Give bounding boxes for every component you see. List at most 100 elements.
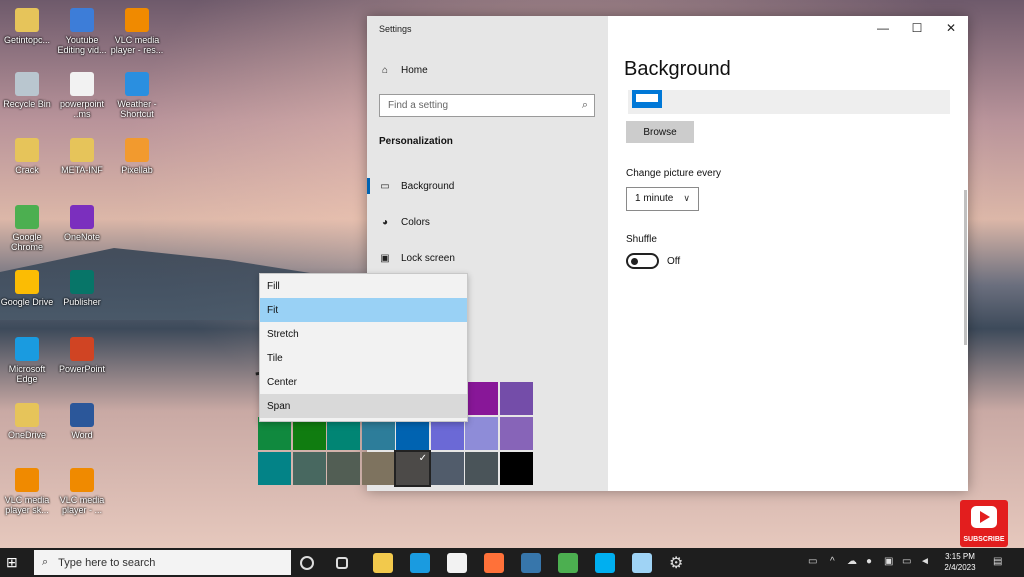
chevron-up-icon[interactable]: ^ [830,556,835,567]
picture-thumbnail[interactable] [632,90,662,108]
section-title: Personalization [379,136,453,147]
chrome-icon [15,205,39,229]
settings-icon[interactable]: ⚙ [669,553,689,573]
vlc-icon [125,8,149,32]
start-button[interactable]: ⊞ [6,554,24,572]
color-swatch[interactable] [292,452,326,485]
shuffle-toggle[interactable] [626,253,659,269]
desktop-icon[interactable]: Word [55,403,109,440]
search-icon: ⌕ [581,99,588,111]
color-swatch[interactable] [258,452,291,485]
change-picture-dropdown[interactable]: 1 minute ∨ [626,187,699,211]
desktop-icon[interactable]: Weather - Shortcut [110,72,164,119]
color-swatch[interactable] [465,452,498,485]
task-view-icon[interactable] [336,557,348,569]
fit-option-fill[interactable]: Fill [260,274,467,298]
change-picture-label: Change picture every [626,168,722,179]
desktop-icon[interactable]: Recycle Bin [0,72,54,109]
desktop-icon-label: PowerPoint [58,364,106,374]
desktop-icon[interactable]: Google Drive [0,270,54,307]
shuffle-state: Off [667,256,681,267]
subscribe-button[interactable]: SUBSCRIBE [960,500,1008,547]
fit-option-span[interactable]: Span [260,394,467,418]
color-swatch[interactable] [465,382,498,415]
file-explorer-icon[interactable] [373,553,393,573]
desktop-icon[interactable]: Getintopc... [0,8,54,45]
python-icon[interactable] [521,553,541,573]
taskbar-search-placeholder: Type here to search [58,556,156,569]
desktop-icon[interactable]: VLC media player sk... [0,468,54,515]
firefox-icon[interactable] [484,553,504,573]
taskview-tray-icon[interactable]: ▭ [808,556,817,567]
sidebar-item-lock-screen[interactable]: ▣ Lock screen [367,240,608,276]
desktop-icon-label: Publisher [63,297,101,307]
browse-button[interactable]: Browse [626,121,694,143]
fit-option-fit[interactable]: Fit [260,298,467,322]
fit-option-tile[interactable]: Tile [260,346,467,370]
notepad-icon[interactable] [632,553,652,573]
desktop-icon[interactable]: Google Chrome [0,205,54,252]
desktop-icon[interactable]: Publisher [55,270,109,307]
cloud-icon[interactable]: ☁ [847,556,857,567]
find-setting-placeholder: Find a setting [388,100,449,111]
color-swatch[interactable] [499,417,533,450]
desktop-icon[interactable]: VLC media player - ... [55,468,109,515]
desktop-icon[interactable]: PowerPoint [55,337,109,374]
desktop-icon-label: Word [71,430,93,440]
desktop-icon[interactable]: powerpoint ..ms [55,72,109,119]
desktop-icon[interactable]: Crack [0,138,54,175]
desktop-icon[interactable]: META-INF [55,138,109,175]
notification-icon[interactable]: ▤ [993,556,1002,567]
desktop-icon-label: Youtube Editing vid... [57,35,107,55]
desktop-icon[interactable]: Pixellab [110,138,164,175]
system-clock[interactable]: 3:15 PM 2/4/2023 [938,551,982,573]
video-file-icon [70,8,94,32]
sidebar-item-label: Colors [401,216,430,228]
change-picture-value: 1 minute [635,193,674,204]
onenote-icon [70,205,94,229]
skype-icon[interactable] [595,553,615,573]
page-title: Background [624,58,731,80]
content-scrollbar[interactable] [964,190,967,345]
color-swatch[interactable] [465,417,498,450]
home-nav-item[interactable]: ⌂ Home [379,64,428,76]
microphone-icon[interactable]: ● [866,556,872,567]
sidebar-item-colors[interactable]: ◕ Colors [367,204,608,240]
cortana-icon[interactable] [300,556,314,570]
color-swatch[interactable] [327,452,360,485]
onedrive-icon [15,403,39,427]
volume-icon[interactable]: ◄ [920,556,930,567]
desktop-icon[interactable]: OneNote [55,205,109,242]
color-swatch[interactable] [430,452,464,485]
edge-icon [15,337,39,361]
desktop-icon[interactable]: OneDrive [0,403,54,440]
desktop-icon[interactable]: Microsoft Edge [0,337,54,384]
desktop-icon[interactable]: Youtube Editing vid... [55,8,109,55]
sidebar-item-background[interactable]: ▭ Background [367,168,608,204]
store-icon[interactable] [447,553,467,573]
edge-icon[interactable] [410,553,430,573]
color-swatch[interactable]: ✓ [394,450,431,487]
camera-icon[interactable]: ▣ [884,556,893,567]
desktop-icon-label: Recycle Bin [3,99,51,109]
chrome-icon[interactable] [558,553,578,573]
lock-screen-icon: ▣ [380,252,390,264]
desktop-icon-label: Weather - Shortcut [117,99,157,119]
desktop-icon-label: VLC media player sk... [4,495,50,515]
search-icon: ⌕ [42,556,49,568]
sidebar-item-label: Background [401,180,455,192]
taskbar-search[interactable]: ⌕ Type here to search [34,550,291,575]
color-swatch[interactable] [499,452,533,485]
network-icon[interactable]: ▭ [902,556,911,567]
find-setting-input[interactable]: Find a setting ⌕ [379,94,595,117]
fit-option-center[interactable]: Center [260,370,467,394]
color-swatch[interactable] [499,382,533,415]
fit-option-stretch[interactable]: Stretch [260,322,467,346]
play-icon [971,506,997,528]
vlc-icon [15,468,39,492]
checkmark-icon: ✓ [418,453,427,464]
color-swatch[interactable] [361,452,395,485]
desktop-icon[interactable]: VLC media player - res... [110,8,164,55]
shuffle-label: Shuffle [626,234,657,245]
taskbar: ⊞ ⌕ Type here to search ⚙ ▭ ^ ☁ ● ▣ ▭ ◄ … [0,548,1024,577]
